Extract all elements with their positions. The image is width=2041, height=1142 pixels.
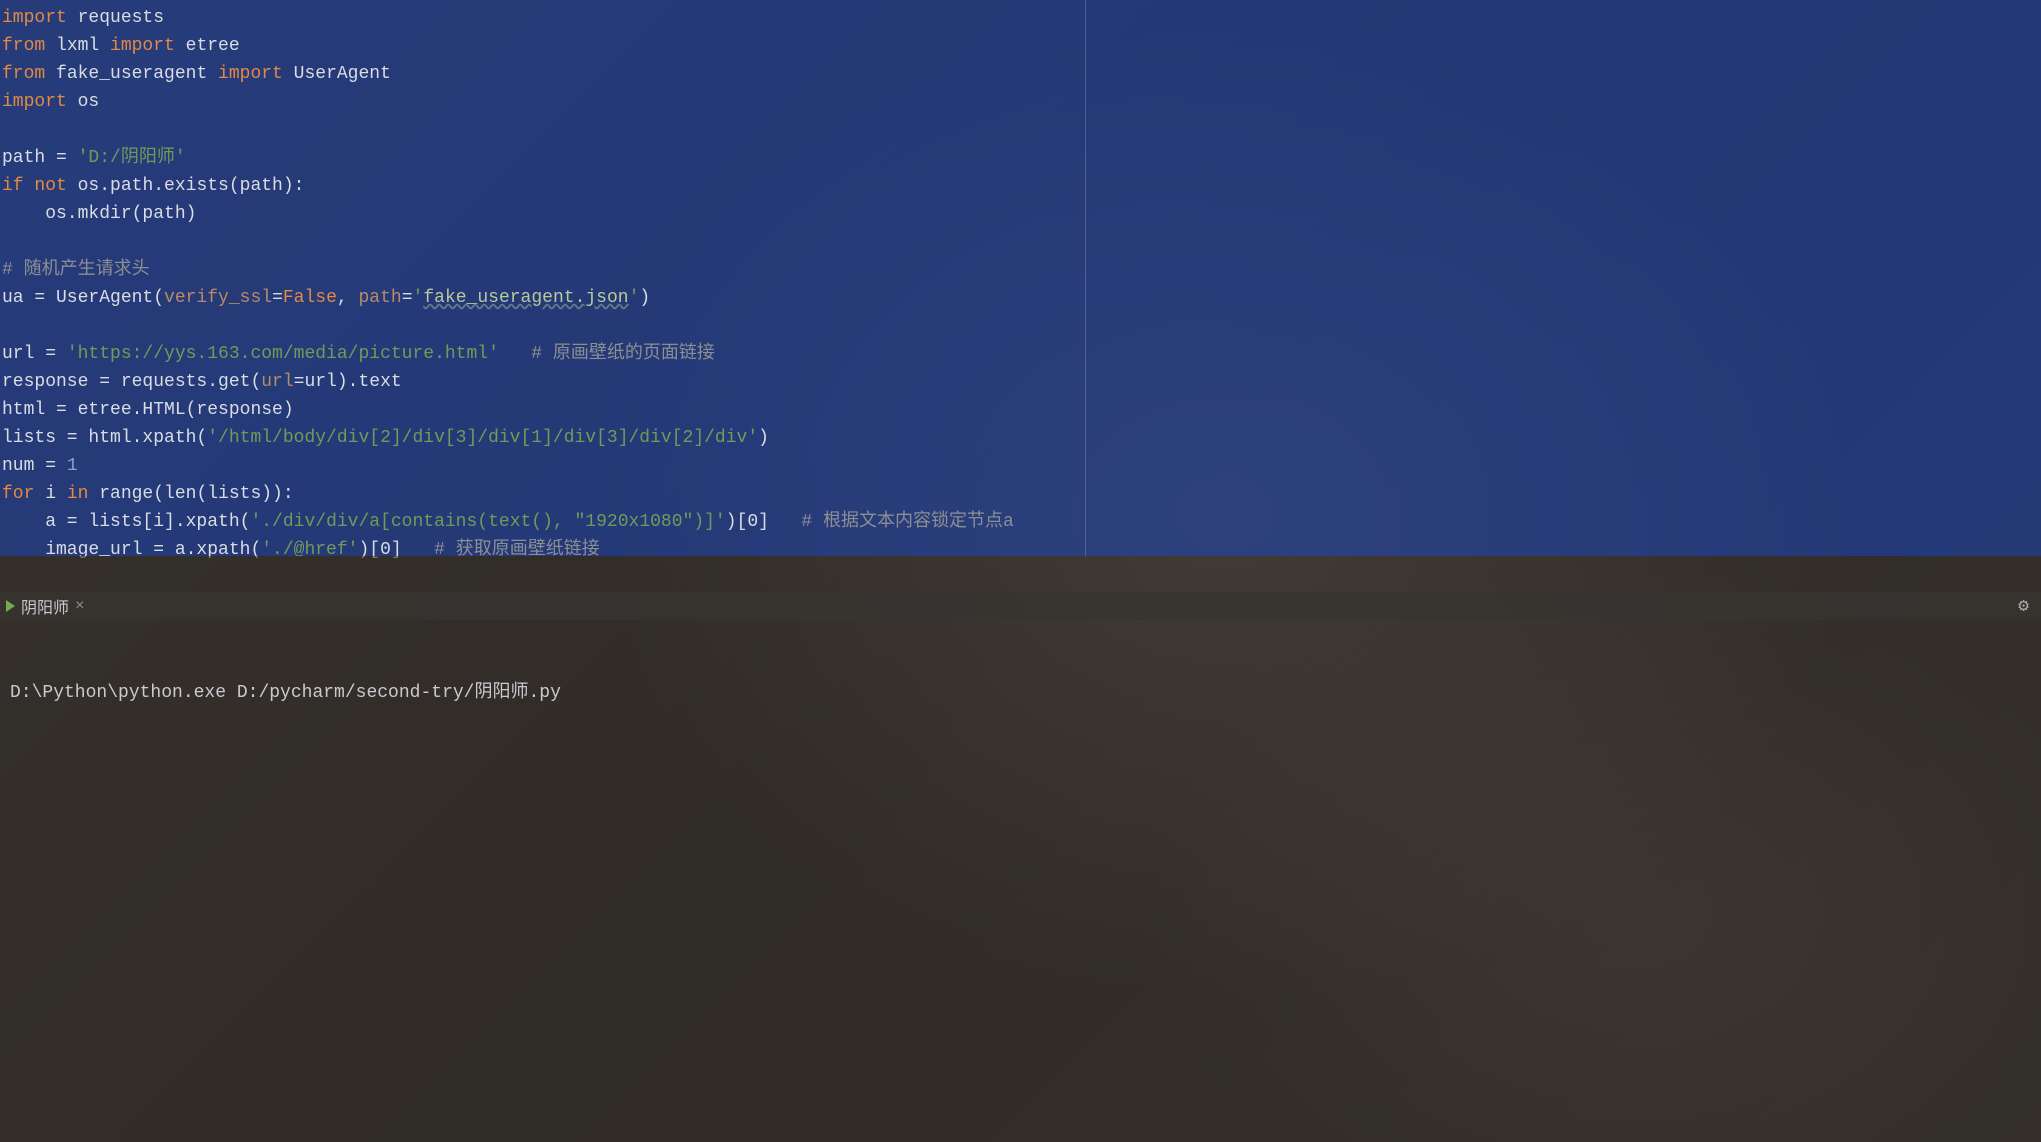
- run-console-output[interactable]: D:\Python\python.exe D:/pycharm/second-t…: [0, 622, 2041, 1142]
- code-line: from lxml import etree: [0, 32, 2041, 60]
- code-line: if not os.path.exists(path):: [0, 172, 2041, 200]
- close-tab-icon[interactable]: ×: [75, 597, 85, 615]
- code-line: html = etree.HTML(response): [0, 396, 2041, 424]
- run-tool-tabbar: 阴阳师 × ⚙: [0, 592, 2041, 620]
- run-tab-name[interactable]: 阴阳师: [21, 594, 69, 618]
- console-line: D:\Python\python.exe D:/pycharm/second-t…: [10, 680, 2031, 706]
- code-editor[interactable]: import requestsfrom lxml import etreefro…: [0, 0, 2041, 564]
- code-line: # 随机产生请求头: [0, 256, 2041, 284]
- gear-icon[interactable]: ⚙: [2018, 595, 2029, 617]
- code-editor-selection-overlay: import requestsfrom lxml import etreefro…: [0, 0, 2041, 556]
- code-line: [0, 228, 2041, 256]
- code-line: ua = UserAgent(verify_ssl=False, path='f…: [0, 284, 2041, 312]
- code-line: from fake_useragent import UserAgent: [0, 60, 2041, 88]
- code-line: url = 'https://yys.163.com/media/picture…: [0, 340, 2041, 368]
- code-line: [0, 116, 2041, 144]
- code-line: import requests: [0, 4, 2041, 32]
- code-line: os.mkdir(path): [0, 200, 2041, 228]
- code-line: response = requests.get(url=url).text: [0, 368, 2041, 396]
- code-line: import os: [0, 88, 2041, 116]
- run-icon: [6, 600, 15, 612]
- code-line: a = lists[i].xpath('./div/div/a[contains…: [0, 508, 2041, 536]
- code-line: lists = html.xpath('/html/body/div[2]/di…: [0, 424, 2041, 452]
- code-line: num = 1: [0, 452, 2041, 480]
- code-line: path = 'D:/阴阳师': [0, 144, 2041, 172]
- code-line: for i in range(len(lists)):: [0, 480, 2041, 508]
- run-tool-window: 阴阳师 × ⚙ D:\Python\python.exe D:/pycharm/…: [0, 556, 2041, 1142]
- code-line: [0, 312, 2041, 340]
